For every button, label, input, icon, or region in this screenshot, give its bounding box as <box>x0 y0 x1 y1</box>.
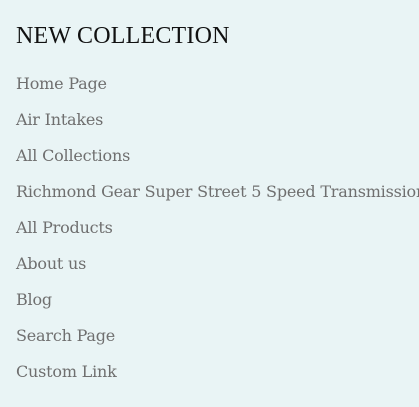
menu-item-air-intakes: Air Intakes <box>16 106 411 142</box>
link-richmond-gear-transmission[interactable]: Richmond Gear Super Street 5 Speed Trans… <box>16 178 419 206</box>
menu-item-blog: Blog <box>16 286 411 322</box>
menu-item-about-us: About us <box>16 250 411 286</box>
menu-item-custom-link: Custom Link <box>16 358 411 394</box>
menu-item-all-products: All Products <box>16 214 411 250</box>
link-all-products[interactable]: All Products <box>16 214 113 242</box>
collection-menu: Home Page Air Intakes All Collections Ri… <box>16 70 419 394</box>
link-blog[interactable]: Blog <box>16 286 52 314</box>
link-all-collections[interactable]: All Collections <box>16 142 130 170</box>
link-search-page[interactable]: Search Page <box>16 322 115 350</box>
panel-title: NEW COLLECTION <box>16 23 230 49</box>
link-custom-link[interactable]: Custom Link <box>16 358 117 386</box>
new-collection-panel: NEW COLLECTION Home Page Air Intakes All… <box>0 0 419 407</box>
link-air-intakes[interactable]: Air Intakes <box>16 106 103 134</box>
menu-item-richmond-gear-transmission: Richmond Gear Super Street 5 Speed Trans… <box>16 178 419 214</box>
menu-item-all-collections: All Collections <box>16 142 411 178</box>
link-about-us[interactable]: About us <box>16 250 86 278</box>
menu-item-search-page: Search Page <box>16 322 411 358</box>
link-home-page[interactable]: Home Page <box>16 70 107 98</box>
menu-item-home-page: Home Page <box>16 70 411 106</box>
